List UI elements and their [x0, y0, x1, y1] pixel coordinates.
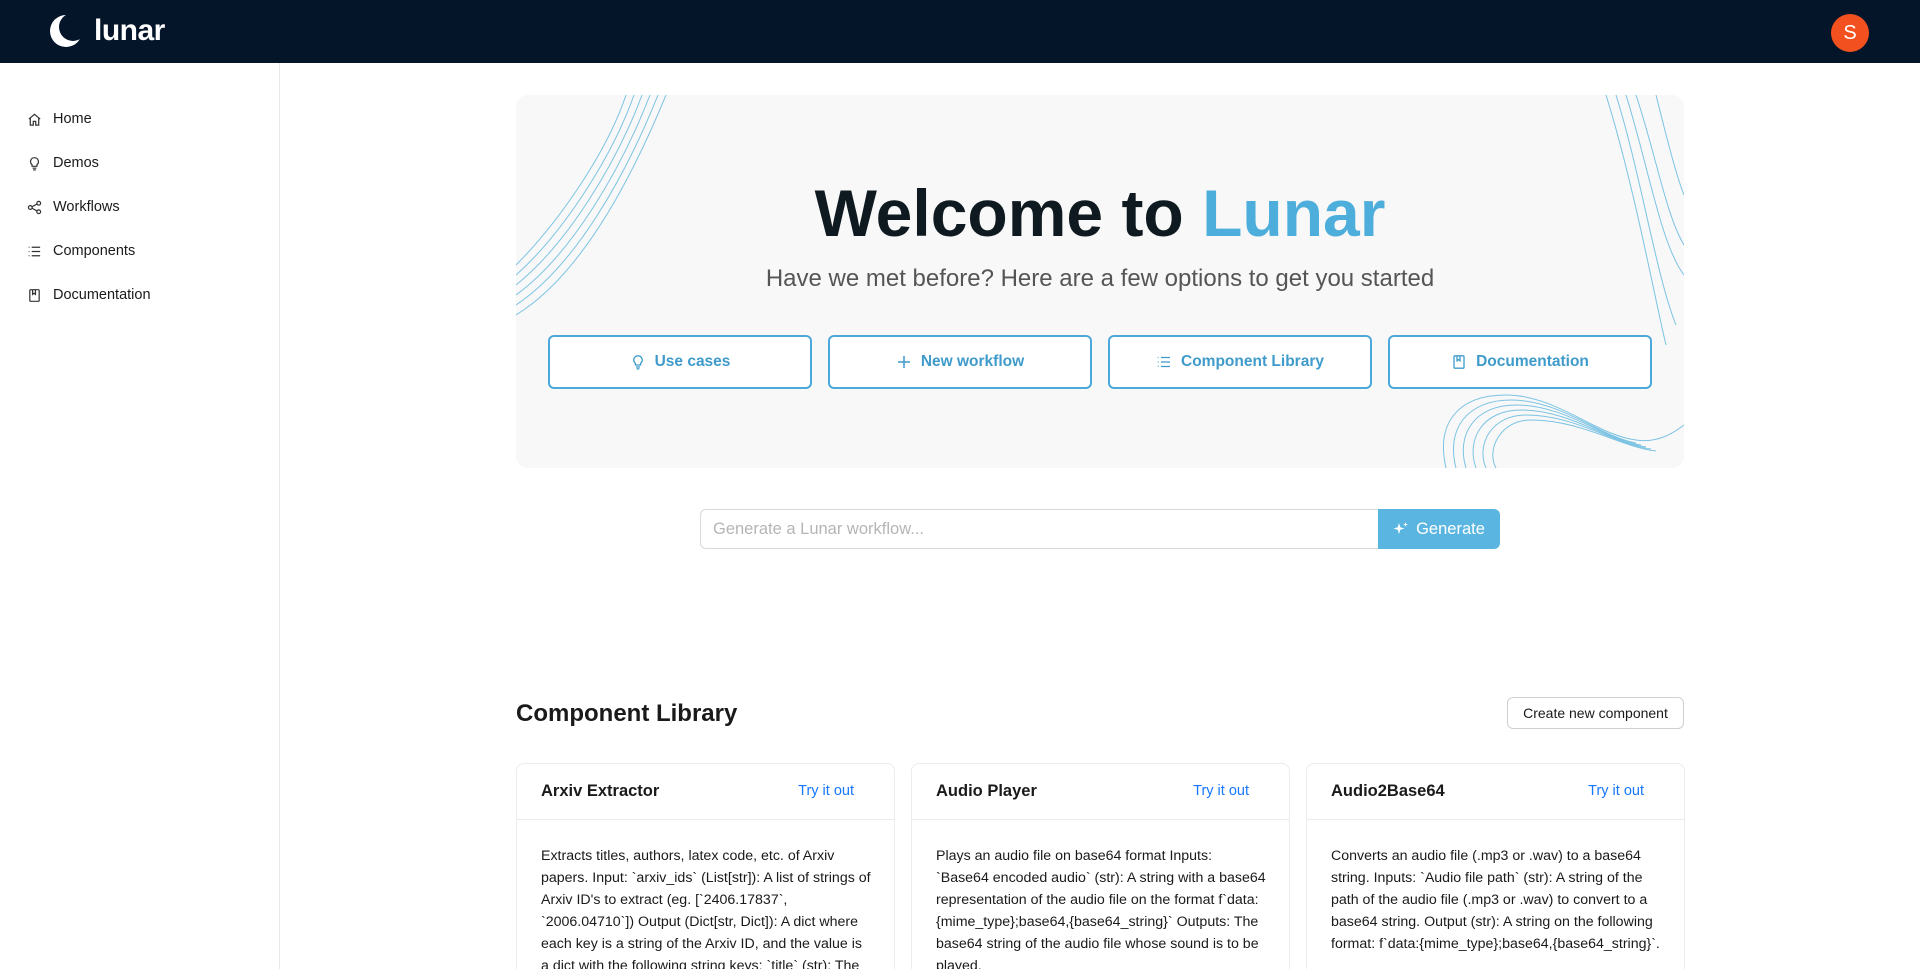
sidebar-item-demos[interactable]: Demos — [27, 151, 99, 175]
card-title: Audio Player — [936, 782, 1037, 800]
generate-button[interactable]: Generate — [1378, 509, 1500, 549]
card-description: Converts an audio file (.mp3 or .wav) to… — [1331, 848, 1660, 952]
component-library-heading: Component Library — [516, 700, 738, 727]
card-title: Arxiv Extractor — [541, 782, 660, 800]
top-navigation-bar: lunar S — [0, 0, 1920, 63]
try-it-out-link[interactable]: Try it out — [1588, 783, 1644, 799]
try-it-out-link[interactable]: Try it out — [798, 783, 854, 799]
create-new-component-button[interactable]: Create new component — [1507, 697, 1684, 729]
generate-workflow-input[interactable] — [700, 509, 1378, 549]
documentation-button[interactable]: Documentation — [1388, 335, 1652, 389]
card-description: Plays an audio file on base64 format Inp… — [936, 848, 1266, 969]
card-description: Extracts titles, authors, latex code, et… — [541, 848, 871, 969]
hero-title-prefix: Welcome to — [814, 176, 1203, 250]
sidebar-item-components[interactable]: Components — [27, 239, 135, 263]
card-header: Audio Player Try it out — [912, 764, 1289, 820]
moon-logo-icon — [50, 13, 84, 47]
sidebar-item-home[interactable]: Home — [27, 107, 92, 131]
hero-subtitle: Have we met before? Here are a few optio… — [765, 265, 1435, 292]
hero-title-accent: Lunar — [1202, 176, 1386, 250]
sidebar-item-label: Demos — [53, 155, 99, 171]
brand-name: lunar — [94, 14, 165, 47]
card-header: Arxiv Extractor Try it out — [517, 764, 894, 820]
lightbulb-icon — [29, 156, 40, 170]
workflow-icon — [27, 200, 42, 214]
new-workflow-button[interactable]: New workflow — [828, 335, 1092, 389]
list-icon — [28, 246, 41, 256]
sidebar-item-workflows[interactable]: Workflows — [27, 195, 120, 219]
sidebar-item-label: Documentation — [53, 287, 151, 303]
component-library-label: Component Library — [1181, 353, 1324, 370]
lightbulb-icon — [632, 355, 643, 370]
component-card-audio2base64: Audio2Base64 Try it out Converts an audi… — [1306, 763, 1685, 969]
documentation-label: Documentation — [1476, 353, 1589, 370]
component-card-audio-player: Audio Player Try it out Plays an audio f… — [911, 763, 1290, 969]
hero-title: Welcome to Lunar — [516, 175, 1684, 251]
generate-button-label: Generate — [1416, 519, 1485, 538]
use-cases-button[interactable]: Use cases — [548, 335, 812, 389]
card-header: Audio2Base64 Try it out — [1307, 764, 1684, 820]
book-icon — [1453, 355, 1465, 369]
list-icon — [1157, 356, 1171, 368]
component-card-arxiv-extractor: Arxiv Extractor Try it out Extracts titl… — [516, 763, 895, 969]
lunar-logo[interactable]: lunar — [48, 12, 165, 50]
component-library-button[interactable]: Component Library — [1108, 335, 1372, 389]
sidebar-item-label: Home — [53, 111, 92, 127]
card-title: Audio2Base64 — [1331, 782, 1445, 800]
plus-icon — [897, 356, 910, 368]
sidebar-item-label: Components — [53, 243, 136, 259]
new-workflow-label: New workflow — [920, 353, 1025, 370]
welcome-hero: Welcome to Lunar Have we met before? Her… — [516, 95, 1684, 468]
sidebar-item-label: Workflows — [53, 199, 120, 215]
user-avatar[interactable]: S — [1831, 14, 1869, 52]
sidebar: Home Demos Workflows Components Document… — [0, 63, 280, 969]
home-icon — [28, 113, 41, 126]
use-cases-label: Use cases — [654, 353, 731, 370]
sparkle-icon — [1393, 522, 1409, 534]
sidebar-item-documentation[interactable]: Documentation — [27, 283, 151, 307]
book-icon — [29, 288, 40, 302]
try-it-out-link[interactable]: Try it out — [1193, 783, 1249, 799]
